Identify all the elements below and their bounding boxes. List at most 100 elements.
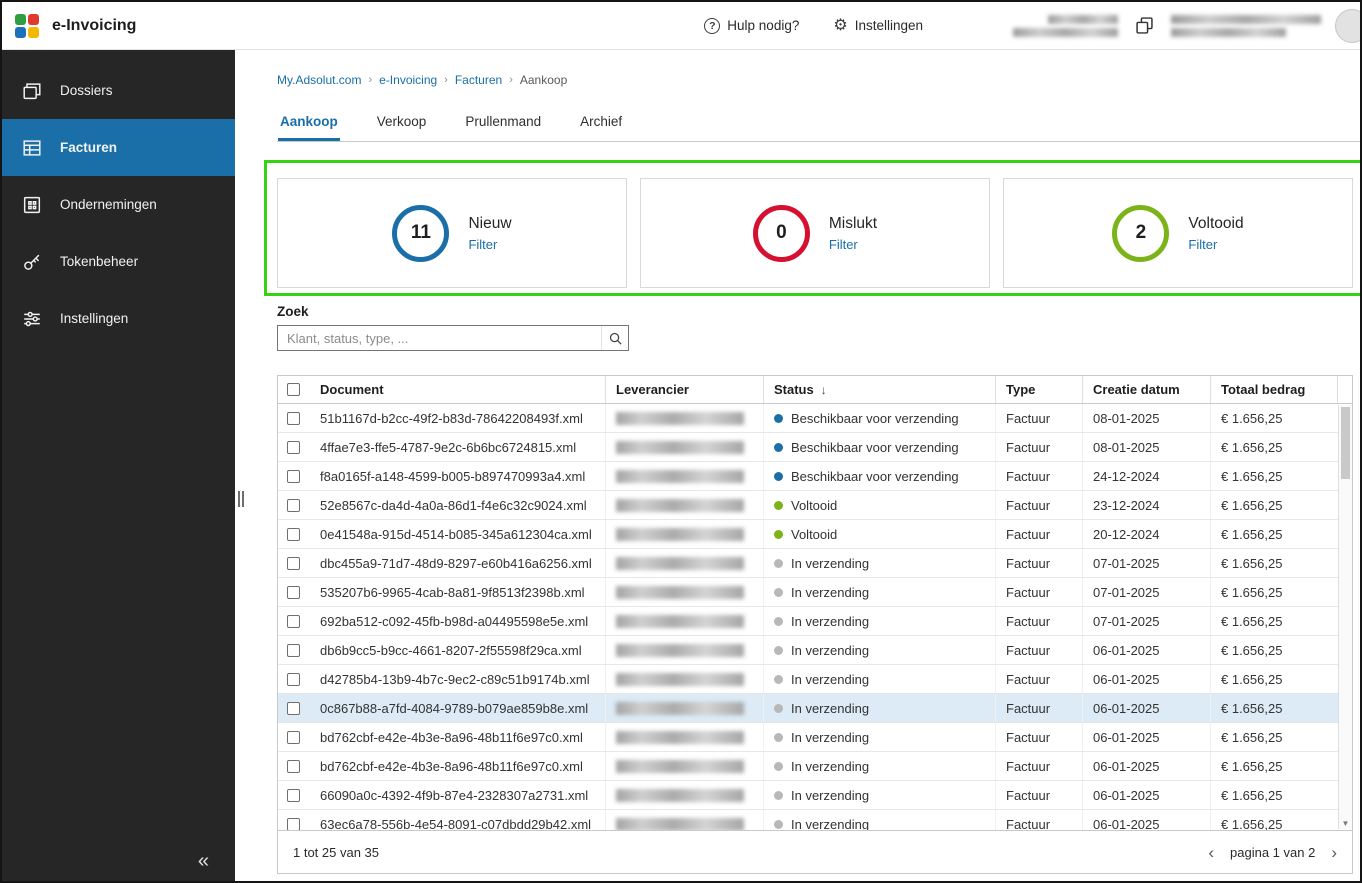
document-cell[interactable]: f8a0165f-a148-4599-b005-b897470993a4.xml <box>310 462 606 490</box>
row-checkbox[interactable] <box>287 817 300 830</box>
document-cell[interactable]: 535207b6-9965-4cab-8a81-9f8513f2398b.xml <box>310 578 606 606</box>
table-row[interactable]: 66090a0c-4392-4f9b-87e4-2328307a2731.xml… <box>278 781 1352 810</box>
column-header-status[interactable]: Status ↓ <box>764 376 996 403</box>
next-page-button[interactable]: › <box>1331 844 1337 861</box>
overlapping-squares-icon[interactable] <box>1134 15 1155 36</box>
breadcrumb-item[interactable]: My.Adsolut.com <box>277 73 361 87</box>
amount-cell: € 1.656,25 <box>1221 700 1283 716</box>
row-checkbox[interactable] <box>287 585 300 599</box>
sidebar-collapse-button[interactable]: « <box>198 850 235 881</box>
table-scrollbar[interactable]: ▼ <box>1338 405 1352 829</box>
breadcrumb-item[interactable]: Facturen <box>455 73 502 87</box>
scrollbar-thumb[interactable] <box>1341 407 1350 479</box>
search-icon[interactable] <box>601 326 629 350</box>
help-button[interactable]: ? Hulp nodig? <box>704 17 799 34</box>
card-label: Voltooid <box>1188 214 1244 232</box>
sliders-icon <box>21 308 43 330</box>
redacted-text-line <box>1013 27 1118 37</box>
supplier-cell <box>606 781 764 809</box>
tab-verkoop[interactable]: Verkoop <box>375 114 429 141</box>
row-checkbox[interactable] <box>287 730 300 744</box>
adsolut-logo-icon <box>15 13 39 38</box>
table-row[interactable]: 0c867b88-a7fd-4084-9789-b079ae859b8e.xml… <box>278 694 1352 723</box>
panel-resize-handle[interactable] <box>238 491 244 507</box>
supplier-redacted <box>616 672 744 686</box>
document-cell[interactable]: 0c867b88-a7fd-4084-9789-b079ae859b8e.xml <box>310 694 606 722</box>
row-checkbox[interactable] <box>287 527 300 541</box>
document-cell[interactable]: d42785b4-13b9-4b7c-9ec2-c89c51b9174b.xml <box>310 665 606 693</box>
row-checkbox[interactable] <box>287 440 300 454</box>
document-cell[interactable]: db6b9cc5-b9cc-4661-8207-2f55598f29ca.xml <box>310 636 606 664</box>
table-row[interactable]: f8a0165f-a148-4599-b005-b897470993a4.xml… <box>278 462 1352 491</box>
table-row[interactable]: dbc455a9-71d7-48d9-8297-e60b416a6256.xml… <box>278 549 1352 578</box>
select-all-checkbox[interactable] <box>287 383 300 396</box>
main-content: My.Adsolut.com › e-Invoicing › Facturen › Aank… <box>235 50 1360 881</box>
prev-page-button[interactable]: ‹ <box>1208 844 1214 861</box>
company-name-redacted <box>1171 14 1321 37</box>
table-row[interactable]: db6b9cc5-b9cc-4661-8207-2f55598f29ca.xml… <box>278 636 1352 665</box>
table-row[interactable]: d42785b4-13b9-4b7c-9ec2-c89c51b9174b.xml… <box>278 665 1352 694</box>
document-cell[interactable]: bd762cbf-e42e-4b3e-8a96-48b11f6e97c0.xml <box>310 752 606 780</box>
filter-link[interactable]: Filter <box>829 237 877 252</box>
table-row[interactable]: 51b1167d-b2cc-49f2-b83d-78642208493f.xml… <box>278 404 1352 433</box>
user-info-redacted <box>1013 14 1118 37</box>
scrollbar-down-arrow[interactable]: ▼ <box>1339 819 1352 828</box>
document-cell[interactable]: 692ba512-c092-45fb-b98d-a04495598e5e.xml <box>310 607 606 635</box>
filter-link[interactable]: Filter <box>1188 237 1243 252</box>
settings-button[interactable]: ⚙ Instellingen <box>833 17 923 34</box>
supplier-cell <box>606 549 764 577</box>
sidebar-item-dossiers[interactable]: Dossiers <box>2 62 235 119</box>
table-row[interactable]: bd762cbf-e42e-4b3e-8a96-48b11f6e97c0.xml… <box>278 723 1352 752</box>
row-checkbox[interactable] <box>287 701 300 715</box>
table-row[interactable]: 0e41548a-915d-4514-b085-345a612304ca.xml… <box>278 520 1352 549</box>
table-row[interactable]: 63ec6a78-556b-4e54-8091-c07dbdd29b42.xml… <box>278 810 1352 830</box>
avatar[interactable] <box>1335 8 1360 43</box>
table-row[interactable]: 692ba512-c092-45fb-b98d-a04495598e5e.xml… <box>278 607 1352 636</box>
filter-link[interactable]: Filter <box>468 237 511 252</box>
row-checkbox[interactable] <box>287 614 300 628</box>
document-cell[interactable]: bd762cbf-e42e-4b3e-8a96-48b11f6e97c0.xml <box>310 723 606 751</box>
breadcrumb-item[interactable]: e-Invoicing <box>379 73 437 87</box>
table-row[interactable]: 52e8567c-da4d-4a0a-86d1-f4e6c32c9024.xml… <box>278 491 1352 520</box>
search-input[interactable] <box>277 325 629 351</box>
table-row[interactable]: bd762cbf-e42e-4b3e-8a96-48b11f6e97c0.xml… <box>278 752 1352 781</box>
tab-aankoop[interactable]: Aankoop <box>278 114 340 141</box>
row-checkbox[interactable] <box>287 643 300 657</box>
row-checkbox[interactable] <box>287 759 300 773</box>
document-cell[interactable]: dbc455a9-71d7-48d9-8297-e60b416a6256.xml <box>310 549 606 577</box>
supplier-redacted <box>616 614 744 628</box>
row-checkbox[interactable] <box>287 788 300 802</box>
row-checkbox[interactable] <box>287 556 300 570</box>
column-header-type[interactable]: Type <box>996 376 1083 403</box>
tab-prullenmand[interactable]: Prullenmand <box>463 114 543 141</box>
document-cell[interactable]: 0e41548a-915d-4514-b085-345a612304ca.xml <box>310 520 606 548</box>
document-cell[interactable]: 4ffae7e3-ffe5-4787-9e2c-6b6bc6724815.xml <box>310 433 606 461</box>
sidebar-item-instellingen[interactable]: Instellingen <box>2 290 235 347</box>
sidebar-item-label: Instellingen <box>60 311 129 326</box>
column-header-creatie-datum[interactable]: Creatie datum <box>1083 376 1211 403</box>
column-header-totaal-bedrag[interactable]: Totaal bedrag <box>1211 376 1338 403</box>
sort-desc-icon[interactable]: ↓ <box>821 383 827 397</box>
document-cell[interactable]: 51b1167d-b2cc-49f2-b83d-78642208493f.xml <box>310 404 606 432</box>
status-dot-icon <box>774 616 783 626</box>
date-cell: 06-01-2025 <box>1083 636 1211 664</box>
row-checkbox[interactable] <box>287 411 300 425</box>
key-icon <box>21 251 43 273</box>
document-cell[interactable]: 52e8567c-da4d-4a0a-86d1-f4e6c32c9024.xml <box>310 491 606 519</box>
sidebar-item-ondernemingen[interactable]: Ondernemingen <box>2 176 235 233</box>
row-checkbox[interactable] <box>287 469 300 483</box>
column-header-document[interactable]: Document <box>310 376 606 403</box>
row-checkbox[interactable] <box>287 498 300 512</box>
date-cell: 23-12-2024 <box>1083 491 1211 519</box>
row-checkbox[interactable] <box>287 672 300 686</box>
type-cell: Factuur <box>996 752 1083 780</box>
document-cell[interactable]: 66090a0c-4392-4f9b-87e4-2328307a2731.xml <box>310 781 606 809</box>
table-row[interactable]: 535207b6-9965-4cab-8a81-9f8513f2398b.xml… <box>278 578 1352 607</box>
document-cell[interactable]: 63ec6a78-556b-4e54-8091-c07dbdd29b42.xml <box>310 810 606 830</box>
sidebar-item-facturen[interactable]: Facturen <box>2 119 235 176</box>
tab-archief[interactable]: Archief <box>578 114 624 141</box>
sidebar-item-tokenbeheer[interactable]: Tokenbeheer <box>2 233 235 290</box>
column-header-leverancier[interactable]: Leverancier <box>606 376 764 403</box>
status-dot-icon <box>774 703 783 713</box>
table-row[interactable]: 4ffae7e3-ffe5-4787-9e2c-6b6bc6724815.xml… <box>278 433 1352 462</box>
